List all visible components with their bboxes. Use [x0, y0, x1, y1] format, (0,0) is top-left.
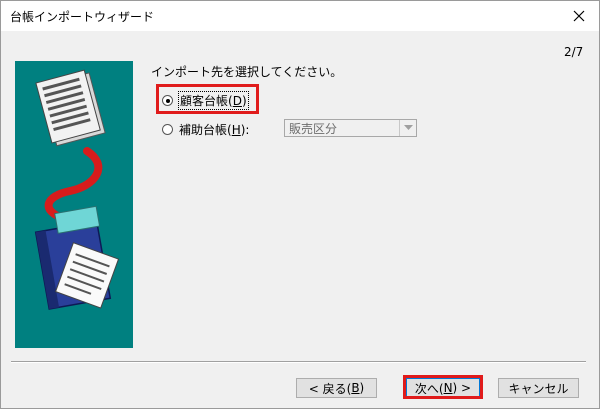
instruction-text: インポート先を選択してください。: [151, 65, 343, 79]
radio-sub-ledger-indicator[interactable]: [162, 124, 173, 135]
import-document-icon: [34, 69, 120, 310]
customer-ledger-highlight-box: [156, 84, 259, 114]
back-button[interactable]: < 戻る(B): [296, 378, 377, 398]
radio-sub-ledger-label: 補助台帳(H):: [179, 123, 250, 137]
import-wizard-window: 台帳インポートウィザード 2/7 インポート先を選択してください。 顧客台帳(D…: [0, 0, 600, 409]
cancel-button[interactable]: キャンセル: [498, 378, 579, 398]
next-button-highlight-box: [403, 375, 483, 399]
title-bar: 台帳インポートウィザード: [1, 1, 599, 31]
wizard-illustration: [15, 61, 133, 348]
chevron-down-icon[interactable]: [399, 120, 416, 136]
sales-category-select-value: 販売区分: [289, 121, 338, 136]
page-indicator: 2/7: [564, 45, 584, 59]
button-separator: [11, 361, 586, 363]
close-button[interactable]: [559, 1, 599, 31]
window-title: 台帳インポートウィザード: [10, 10, 155, 24]
radio-sub-ledger[interactable]: 補助台帳(H):: [162, 121, 249, 138]
close-icon: [573, 10, 585, 22]
sales-category-select[interactable]: 販売区分: [284, 119, 417, 137]
